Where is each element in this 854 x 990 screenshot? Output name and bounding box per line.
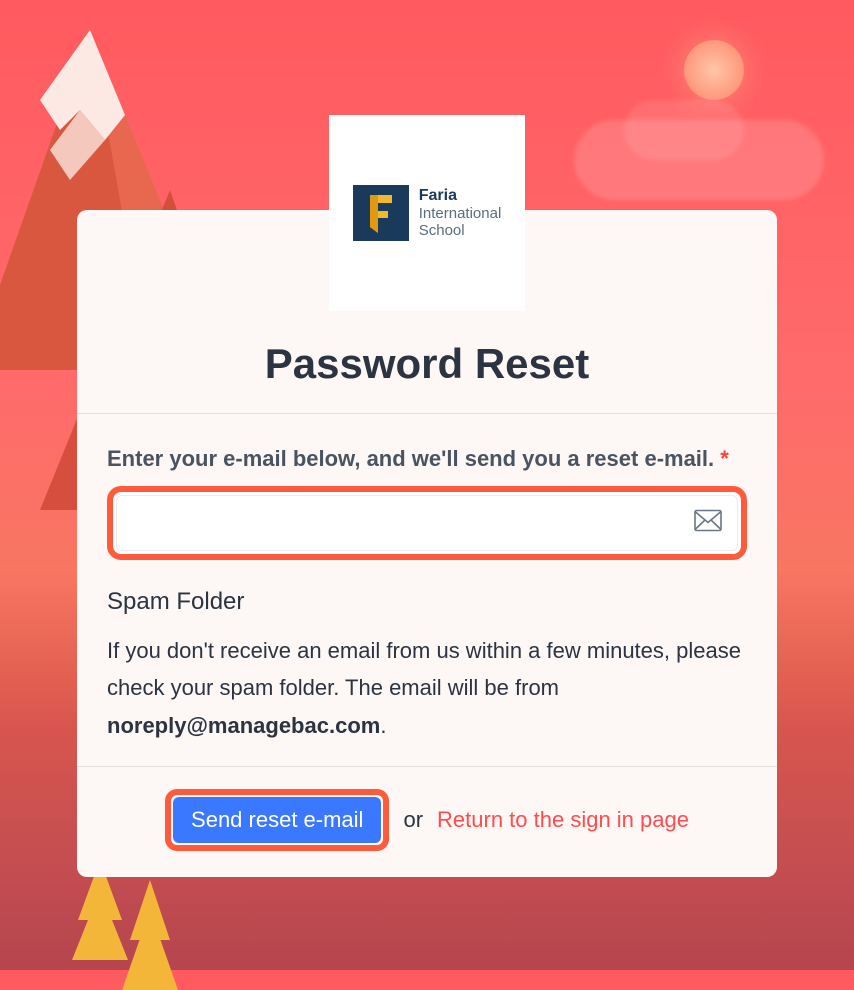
spam-text: If you don't receive an email from us wi…	[107, 632, 747, 744]
logo-icon	[353, 185, 409, 241]
email-input-highlight	[107, 486, 747, 560]
logo-line3: School	[419, 222, 502, 239]
spam-email: noreply@managebac.com	[107, 713, 380, 738]
logo-line2: International	[419, 205, 502, 222]
logo-card: Faria International School	[329, 115, 525, 311]
email-field-label: Enter your e-mail below, and we'll send …	[107, 442, 747, 476]
or-text: or	[403, 807, 423, 833]
mail-icon	[694, 510, 722, 537]
required-marker: *	[720, 446, 729, 471]
logo-line1: Faria	[419, 187, 502, 205]
bg-sun	[684, 40, 744, 100]
email-input[interactable]	[116, 495, 738, 551]
spam-text-suffix: .	[380, 713, 386, 738]
spam-heading: Spam Folder	[107, 588, 747, 616]
spam-text-prefix: If you don't receive an email from us wi…	[107, 638, 741, 700]
send-button-highlight: Send reset e-mail	[165, 789, 389, 851]
logo-text: Faria International School	[419, 187, 502, 240]
return-signin-link[interactable]: Return to the sign in page	[437, 807, 689, 833]
field-label-text: Enter your e-mail below, and we'll send …	[107, 446, 714, 471]
send-reset-button[interactable]: Send reset e-mail	[173, 797, 381, 843]
bg-cloud	[574, 120, 824, 200]
footer: Send reset e-mail or Return to the sign …	[77, 767, 777, 877]
